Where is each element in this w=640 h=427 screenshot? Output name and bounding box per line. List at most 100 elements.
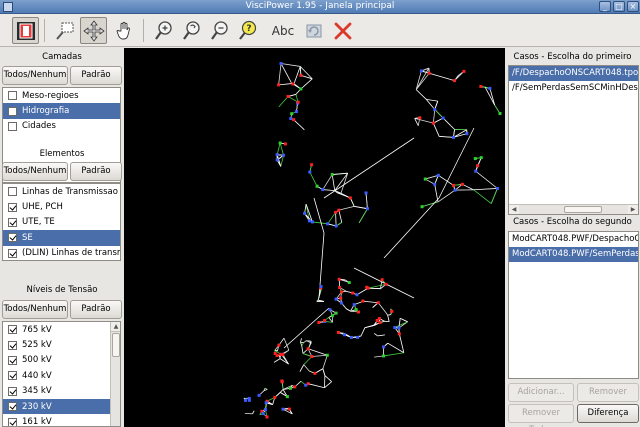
pan-move-button[interactable]: [80, 17, 107, 44]
checkbox[interactable]: [8, 248, 17, 258]
difference-button[interactable]: Diferença: [577, 404, 639, 423]
casos1-hscrollbar[interactable]: ◀ ▶: [509, 204, 638, 214]
casos1-list[interactable]: /F/DespachoONSCART048.tpo/F/SemPerdasSem…: [508, 65, 639, 215]
scroll-thumb[interactable]: [564, 206, 602, 213]
remove-all-button[interactable]: Remover Todos: [508, 404, 574, 427]
pan-move-icon: [82, 19, 105, 42]
right-panel: Casos - Escolha do primeiro /F/DespachoO…: [505, 48, 640, 427]
checkbox[interactable]: [8, 402, 17, 412]
camadas-item[interactable]: Hidrografia: [3, 103, 120, 119]
close-icon: [334, 22, 351, 39]
tensao-header: Níveis de Tensão: [26, 285, 98, 295]
minimize-button[interactable]: _: [599, 1, 611, 12]
checkbox[interactable]: [8, 121, 17, 131]
close-button[interactable]: [329, 17, 356, 44]
scroll-thumb[interactable]: [112, 333, 120, 357]
elementos-item[interactable]: Linhas de Transmissao: [3, 184, 120, 199]
elementos-item[interactable]: (DLIN) Linhas de transmis: [3, 246, 120, 260]
refresh-button[interactable]: [300, 17, 327, 44]
tensao-item[interactable]: 161 kV: [3, 414, 110, 427]
elementos-item-label: Linhas de Transmissao: [22, 186, 118, 197]
tensao-item-label: 765 kV: [22, 324, 52, 335]
casos1-item[interactable]: /F/SemPerdasSemSCMinHDespF: [509, 81, 638, 96]
checkbox[interactable]: [8, 233, 17, 243]
camadas-item[interactable]: Cidades: [3, 119, 120, 134]
tensao-item[interactable]: 500 kV: [3, 353, 110, 368]
maximize-button[interactable]: □: [613, 1, 625, 12]
camadas-item[interactable]: Meso-regioes: [3, 88, 120, 103]
text-icon: Abc: [271, 23, 295, 38]
svg-text:?: ?: [246, 24, 251, 34]
elementos-item[interactable]: SE: [3, 230, 120, 246]
camadas-header: Camadas: [42, 52, 82, 62]
tensao-item[interactable]: 230 kV: [3, 398, 110, 415]
title-bar: VisciPower 1.95 - Janela principal _ □ ×: [0, 0, 640, 14]
elementos-default-button[interactable]: Padrão: [70, 162, 122, 181]
add-button[interactable]: Adicionar...: [508, 383, 574, 402]
casos2-list[interactable]: ModCART048.PWF/DespachoON ModCART048.PWF/…: [508, 231, 639, 379]
scroll-left-icon[interactable]: ◀: [509, 205, 519, 214]
tensao-default-button[interactable]: Padrão: [70, 300, 122, 319]
tensao-list[interactable]: 765 kV 525 kV 500 kV 440 kV 345 kV 230 kV 161 …: [2, 321, 121, 427]
elementos-item-label: UHE, PCH: [22, 202, 63, 213]
exit-icon: [16, 21, 35, 40]
camadas-default-button[interactable]: Padrão: [70, 66, 122, 85]
close-window-button[interactable]: ×: [627, 1, 639, 12]
elementos-item-label: UTE, TE: [22, 217, 55, 228]
zoom-in-icon: [154, 20, 172, 40]
checkbox[interactable]: [8, 202, 17, 212]
checkbox[interactable]: [8, 91, 17, 101]
scroll-right-icon[interactable]: ▶: [628, 205, 638, 214]
elementos-item[interactable]: UHE, PCH: [3, 199, 120, 214]
elementos-header: Elementos: [39, 149, 85, 159]
checkbox[interactable]: [8, 217, 17, 227]
casos2-header: Casos - Escolha do segundo: [513, 217, 632, 227]
checkbox[interactable]: [8, 187, 17, 197]
tensao-scrollbar[interactable]: ▲: [110, 322, 120, 426]
exit-button[interactable]: [12, 17, 39, 44]
tensao-item[interactable]: 765 kV: [3, 322, 110, 337]
tensao-item[interactable]: 525 kV: [3, 337, 110, 352]
elementos-list[interactable]: Linhas de Transmissao UHE, PCH UTE, TE SE (D…: [2, 183, 121, 261]
text-button[interactable]: Abc: [267, 17, 299, 44]
elementos-item[interactable]: UTE, TE: [3, 215, 120, 230]
zoom-minus-icon: [210, 20, 228, 40]
zoom-minus-button[interactable]: [206, 17, 233, 44]
tensao-item-label: 161 kV: [22, 417, 52, 427]
power-network-diagram: [243, 62, 502, 419]
tensao-item[interactable]: 345 kV: [3, 384, 110, 399]
elementos-all-none-button[interactable]: Todos/Nenhum: [2, 162, 68, 181]
remove-button[interactable]: Remover: [577, 383, 639, 402]
hand-icon: [115, 21, 130, 39]
checkbox[interactable]: [8, 417, 17, 426]
tensao-item-label: 500 kV: [22, 355, 52, 366]
tensao-all-none-button[interactable]: Todos/Nenhum: [2, 300, 68, 319]
zoom-select-button[interactable]: [51, 17, 78, 44]
camadas-item-label: Meso-regioes: [22, 90, 79, 101]
camadas-item-label: Cidades: [22, 121, 56, 132]
checkbox[interactable]: [8, 371, 17, 381]
tensao-item[interactable]: 440 kV: [3, 368, 110, 383]
window-title: VisciPower 1.95 - Janela principal: [245, 1, 395, 11]
camadas-all-none-button[interactable]: Todos/Nenhum: [2, 66, 68, 85]
hand-button[interactable]: [110, 17, 137, 44]
zoom-out-button[interactable]: [178, 17, 205, 44]
toolbar: ? Abc: [0, 14, 640, 47]
map-canvas[interactable]: [124, 48, 505, 427]
casos2-item[interactable]: ModCART048.PWF/DespachoON: [509, 232, 638, 247]
left-panel: Camadas Todos/Nenhum Padrão Meso-regioes…: [0, 48, 124, 427]
scroll-up-icon[interactable]: ▲: [111, 322, 120, 332]
help-button[interactable]: ?: [234, 17, 261, 44]
zoom-in-button[interactable]: [150, 17, 177, 44]
checkbox[interactable]: [8, 340, 17, 350]
refresh-icon: [306, 24, 321, 37]
checkbox[interactable]: [8, 355, 17, 365]
checkbox[interactable]: [8, 325, 17, 335]
help-icon: ?: [238, 20, 256, 40]
casos1-item[interactable]: /F/DespachoONSCART048.tpo: [509, 66, 638, 81]
checkbox[interactable]: [8, 386, 17, 396]
elementos-item-label: SE: [22, 232, 33, 243]
casos2-item[interactable]: ModCART048.PWF/SemPerdasS: [509, 247, 638, 262]
checkbox[interactable]: [8, 106, 17, 116]
tensao-item-label: 230 kV: [22, 401, 52, 412]
